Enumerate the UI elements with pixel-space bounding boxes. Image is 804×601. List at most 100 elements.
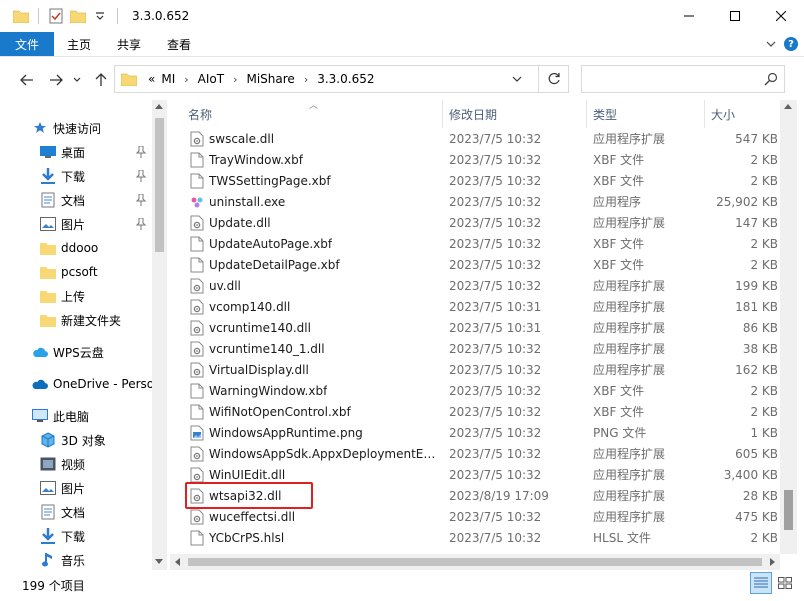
new-folder-icon[interactable]	[69, 7, 87, 25]
file-name-cell[interactable]: vcruntime140.dll	[190, 320, 440, 336]
table-row[interactable]: TrayWindow.xbf 2023/7/5 10:32 XBF 文件 2 KB	[170, 149, 780, 170]
file-name-cell[interactable]: TWSSettingPage.xbf	[190, 173, 440, 189]
file-name-cell[interactable]: YCbCrPS.hlsl	[190, 530, 440, 546]
breadcrumb-item[interactable]: AIoT	[195, 72, 227, 86]
column-header-type[interactable]: 类型	[587, 100, 705, 128]
file-name-cell[interactable]: uninstall.exe	[190, 194, 440, 210]
file-name-cell[interactable]: VirtualDisplay.dll	[190, 362, 440, 378]
table-row[interactable]: WifiNotOpenControl.xbf 2023/7/5 10:32 XBF …	[170, 401, 780, 422]
table-row[interactable]: TWSSettingPage.xbf 2023/7/5 10:32 XBF 文件 2 …	[170, 170, 780, 191]
nav-documents[interactable]: 文档	[0, 188, 152, 212]
expand-ribbon-icon[interactable]	[766, 37, 776, 51]
address-bar[interactable]: « MI › AIoT › MiShare › 3.3.0.652	[114, 65, 569, 93]
large-icons-view-button[interactable]	[774, 572, 796, 594]
scroll-thumb[interactable]	[784, 490, 793, 530]
nav-this-pc[interactable]: 此电脑	[0, 404, 152, 428]
chevron-down-icon[interactable]	[510, 72, 524, 86]
properties-icon[interactable]	[47, 7, 65, 25]
table-row[interactable]: WindowsAppSdk.AppxDeploymentEx... 2023/7/…	[170, 443, 780, 464]
table-row[interactable]: WarningWindow.xbf 2023/7/5 10:32 XBF 文件 2 K…	[170, 380, 780, 401]
file-name-cell[interactable]: WarningWindow.xbf	[190, 383, 440, 399]
file-name-cell[interactable]: vcomp140.dll	[190, 299, 440, 315]
search-input[interactable]	[581, 65, 785, 93]
table-row[interactable]: uv.dll 2023/7/5 10:32 应用程序扩展 199 KB	[170, 275, 780, 296]
nav-documents-pc[interactable]: 文档	[0, 500, 152, 524]
nav-desktop[interactable]: 桌面	[0, 140, 152, 164]
nav-music[interactable]: 音乐	[0, 548, 152, 570]
column-header-size[interactable]: 大小	[705, 100, 780, 128]
tab-home[interactable]: 主页	[54, 32, 104, 56]
column-header-name[interactable]: ︿ 名称	[170, 100, 443, 128]
file-name-cell[interactable]: WifiNotOpenControl.xbf	[190, 404, 440, 420]
nav-pictures-pc[interactable]: 图片	[0, 476, 152, 500]
file-name-cell[interactable]: swscale.dll	[190, 131, 440, 147]
table-row[interactable]: Update.dll 2023/7/5 10:32 应用程序扩展 147 KB	[170, 212, 780, 233]
tab-share[interactable]: 共享	[104, 32, 154, 56]
scroll-right-icon[interactable]	[770, 558, 775, 566]
file-name-cell[interactable]: wuceffectsi.dll	[190, 509, 440, 525]
nav-videos[interactable]: 视频	[0, 452, 152, 476]
table-row[interactable]: YCbCrPS.hlsl 2023/7/5 10:32 HLSL 文件 2 KB	[170, 527, 780, 548]
file-name-cell[interactable]: WindowsAppRuntime.png	[190, 425, 440, 441]
file-name-cell[interactable]: WindowsAppSdk.AppxDeploymentEx...	[190, 446, 440, 462]
tab-file[interactable]: 文件	[0, 32, 55, 56]
close-button[interactable]	[758, 0, 804, 32]
file-name-cell[interactable]: WinUIEdit.dll	[190, 467, 440, 483]
maximize-button[interactable]	[712, 0, 758, 32]
nav-quick-access[interactable]: 快速访问	[0, 116, 152, 140]
pin-icon[interactable]	[136, 218, 146, 230]
nav-folder-pcsoft[interactable]: pcsoft	[0, 260, 152, 284]
breadcrumb-item[interactable]: 3.3.0.652	[314, 72, 377, 86]
file-name-cell[interactable]: uv.dll	[190, 278, 440, 294]
table-row[interactable]: wuceffectsi.dll 2023/7/5 10:32 应用程序扩展 475 K…	[170, 506, 780, 527]
breadcrumb-overflow[interactable]: «	[145, 72, 158, 86]
scroll-thumb[interactable]	[188, 558, 762, 566]
nav-scrollbar[interactable]	[152, 100, 167, 570]
nav-folder-upload[interactable]: 上传	[0, 284, 152, 308]
file-name-cell[interactable]: vcruntime140_1.dll	[190, 341, 440, 357]
file-list-horizontal-scrollbar[interactable]	[170, 554, 780, 570]
folder-icon[interactable]	[12, 7, 30, 25]
chevron-right-icon[interactable]: ›	[298, 73, 314, 86]
details-view-button[interactable]	[750, 572, 772, 594]
file-name-cell[interactable]: UpdateAutoPage.xbf	[190, 236, 440, 252]
scroll-thumb[interactable]	[155, 118, 164, 252]
table-row[interactable]: swscale.dll 2023/7/5 10:32 应用程序扩展 547 KB	[170, 128, 780, 149]
nav-downloads[interactable]: 下载	[0, 164, 152, 188]
back-button[interactable]	[16, 69, 38, 91]
table-row[interactable]: WindowsAppRuntime.png 2023/7/5 10:32 PNG 文…	[170, 422, 780, 443]
scroll-left-icon[interactable]	[175, 558, 180, 566]
table-row[interactable]: VirtualDisplay.dll 2023/7/5 10:32 应用程序扩展 16…	[170, 359, 780, 380]
recent-locations-button[interactable]	[70, 69, 84, 91]
file-name-cell[interactable]: UpdateDetailPage.xbf	[190, 257, 440, 273]
nav-downloads-pc[interactable]: 下载	[0, 524, 152, 548]
file-name-cell[interactable]: Update.dll	[190, 215, 440, 231]
nav-wps-cloud[interactable]: WPS云盘	[0, 340, 152, 364]
breadcrumb-item[interactable]: MiShare	[243, 72, 297, 86]
minimize-button[interactable]	[666, 0, 712, 32]
nav-folder-new[interactable]: 新建文件夹	[0, 308, 152, 332]
chevron-right-icon[interactable]: ›	[227, 73, 243, 86]
nav-folder-ddooo[interactable]: ddooo	[0, 236, 152, 260]
scroll-down-icon[interactable]	[155, 559, 163, 564]
file-list-vertical-scrollbar[interactable]	[780, 100, 797, 554]
customize-dropdown-icon[interactable]	[91, 7, 109, 25]
nav-pictures[interactable]: 图片	[0, 212, 152, 236]
column-header-date[interactable]: 修改日期	[443, 100, 587, 128]
chevron-right-icon[interactable]: ›	[178, 73, 194, 86]
table-row[interactable]: vcruntime140_1.dll 2023/7/5 10:32 应用程序扩展 38…	[170, 338, 780, 359]
breadcrumb-item[interactable]: MI	[158, 72, 178, 86]
up-button[interactable]	[90, 69, 112, 91]
table-row[interactable]: uninstall.exe 2023/7/5 10:32 应用程序 25,902 KB	[170, 191, 780, 212]
forward-button[interactable]	[45, 69, 67, 91]
nav-onedrive[interactable]: OneDrive - Perso	[0, 372, 152, 396]
tab-view[interactable]: 查看	[154, 32, 204, 56]
scroll-up-icon[interactable]	[784, 104, 792, 109]
table-row[interactable]: UpdateAutoPage.xbf 2023/7/5 10:32 XBF 文件 2 …	[170, 233, 780, 254]
pin-icon[interactable]	[136, 194, 146, 206]
file-name-cell[interactable]: TrayWindow.xbf	[190, 152, 440, 168]
table-row[interactable]: vcruntime140.dll 2023/7/5 10:31 应用程序扩展 86 K…	[170, 317, 780, 338]
table-row[interactable]: UpdateDetailPage.xbf 2023/7/5 10:32 XBF 文件…	[170, 254, 780, 275]
table-row[interactable]: vcomp140.dll 2023/7/5 10:31 应用程序扩展 181 KB	[170, 296, 780, 317]
scroll-up-icon[interactable]	[155, 104, 163, 109]
